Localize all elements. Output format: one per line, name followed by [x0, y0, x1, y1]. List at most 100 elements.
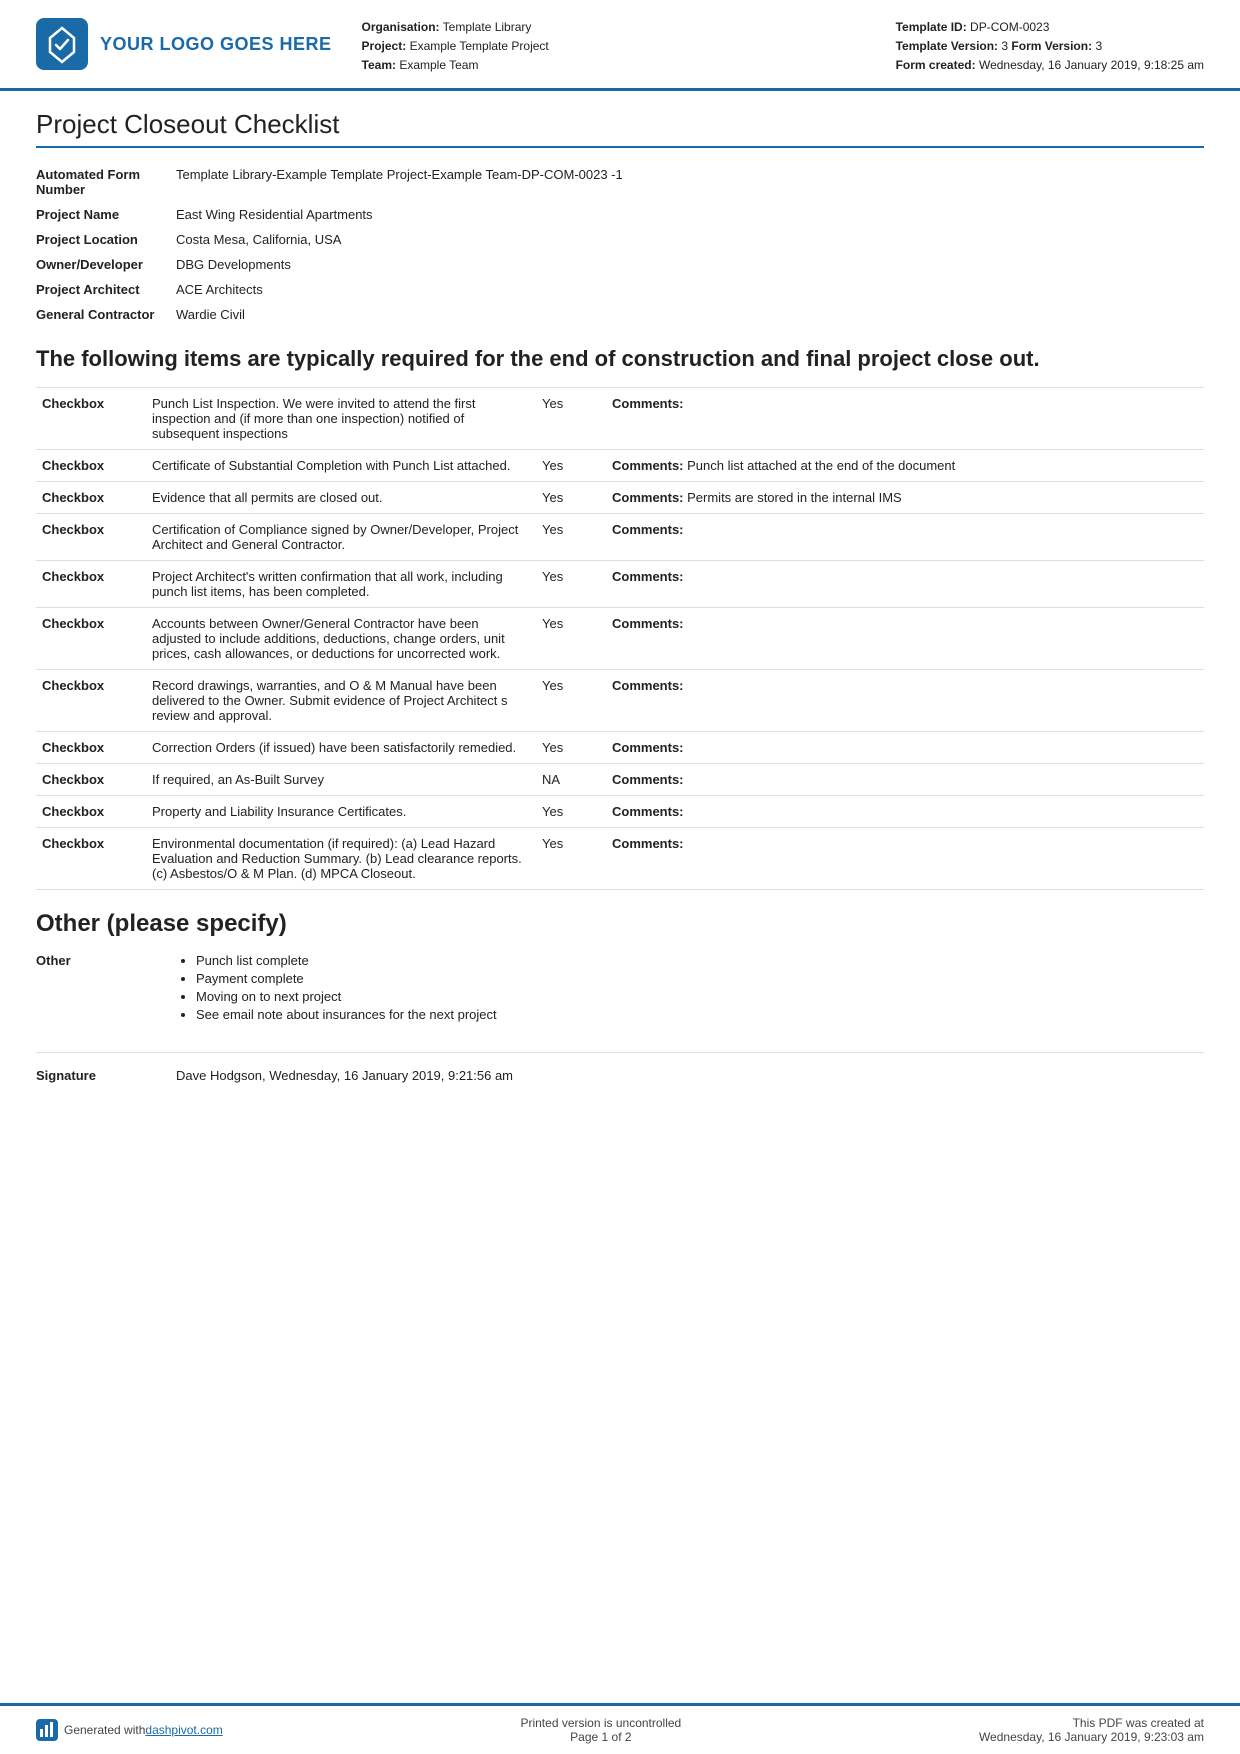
info-row: Automated Form NumberTemplate Library-Ex… [36, 162, 1204, 202]
template-id-value: DP-COM-0023 [970, 20, 1049, 34]
footer-left: Generated with dashpivot.com [36, 1719, 223, 1741]
org-row: Organisation: Template Library [362, 18, 896, 37]
checklist-row: Checkbox If required, an As-Built Survey… [36, 764, 1204, 796]
info-table: Automated Form NumberTemplate Library-Ex… [36, 162, 1204, 327]
other-list-item: Payment complete [196, 971, 1196, 986]
other-list-item: Moving on to next project [196, 989, 1196, 1004]
org-label: Organisation: [362, 20, 440, 34]
checklist-row: Checkbox Property and Liability Insuranc… [36, 796, 1204, 828]
checklist-label: Checkbox [36, 561, 146, 608]
dashpivot-link[interactable]: dashpivot.com [145, 1723, 222, 1737]
logo-text: YOUR LOGO GOES HERE [100, 34, 332, 55]
logo-icon [36, 18, 88, 70]
checklist-description: Evidence that all permits are closed out… [146, 482, 536, 514]
checklist-label: Checkbox [36, 608, 146, 670]
checklist-table: Checkbox Punch List Inspection. We were … [36, 387, 1204, 890]
of-label: of 2 [612, 1730, 632, 1744]
checklist-description: If required, an As-Built Survey [146, 764, 536, 796]
checklist-row: Checkbox Accounts between Owner/General … [36, 608, 1204, 670]
main-content: Project Closeout Checklist Automated For… [0, 91, 1240, 1703]
doc-title: Project Closeout Checklist [36, 109, 1204, 148]
footer-right: This PDF was created at Wednesday, 16 Ja… [979, 1716, 1204, 1744]
checklist-value: Yes [536, 732, 606, 764]
checklist-row: Checkbox Record drawings, warranties, an… [36, 670, 1204, 732]
info-row: Owner/DeveloperDBG Developments [36, 252, 1204, 277]
checklist-value: Yes [536, 796, 606, 828]
other-list-cell: Punch list completePayment completeMovin… [176, 948, 1204, 1030]
template-id-label: Template ID: [896, 20, 967, 34]
signature-value: Dave Hodgson, Wednesday, 16 January 2019… [176, 1063, 1204, 1088]
other-section-heading: Other (please specify) [36, 910, 1204, 938]
footer-center: Printed version is uncontrolled Page 1 o… [520, 1716, 681, 1744]
checklist-label: Checkbox [36, 732, 146, 764]
checklist-value: Yes [536, 670, 606, 732]
pdf-created-value: Wednesday, 16 January 2019, 9:23:03 am [979, 1730, 1204, 1744]
info-row: Project NameEast Wing Residential Apartm… [36, 202, 1204, 227]
info-row: Project LocationCosta Mesa, California, … [36, 227, 1204, 252]
info-label: Owner/Developer [36, 252, 176, 277]
checklist-description: Certification of Compliance signed by Ow… [146, 514, 536, 561]
other-list-item: See email note about insurances for the … [196, 1007, 1196, 1022]
checklist-description: Property and Liability Insurance Certifi… [146, 796, 536, 828]
checklist-comments: Comments: [606, 732, 1204, 764]
checklist-comments: Comments: [606, 561, 1204, 608]
org-value: Template Library [443, 20, 532, 34]
pdf-created-label: This PDF was created at [979, 1716, 1204, 1730]
checklist-label: Checkbox [36, 796, 146, 828]
other-table: Other Punch list completePayment complet… [36, 948, 1204, 1030]
checklist-label: Checkbox [36, 388, 146, 450]
header-meta: Organisation: Template Library Project: … [332, 18, 896, 76]
signature-row: Signature Dave Hodgson, Wednesday, 16 Ja… [36, 1052, 1204, 1088]
info-value: DBG Developments [176, 252, 1204, 277]
checklist-comments: Comments: [606, 670, 1204, 732]
checklist-value: NA [536, 764, 606, 796]
checklist-comments: Comments: [606, 828, 1204, 890]
checklist-value: Yes [536, 450, 606, 482]
form-created-row: Form created: Wednesday, 16 January 2019… [896, 56, 1204, 75]
checklist-value: Yes [536, 482, 606, 514]
checklist-description: Correction Orders (if issued) have been … [146, 732, 536, 764]
signature-label: Signature [36, 1063, 176, 1088]
checklist-comments: Comments: Permits are stored in the inte… [606, 482, 1204, 514]
project-row: Project: Example Template Project [362, 37, 896, 56]
checklist-value: Yes [536, 388, 606, 450]
info-label: Automated Form Number [36, 162, 176, 202]
info-label: General Contractor [36, 302, 176, 327]
signature-table: Signature Dave Hodgson, Wednesday, 16 Ja… [36, 1063, 1204, 1088]
uncontrolled-text: Printed version is uncontrolled [520, 1716, 681, 1730]
checklist-value: Yes [536, 561, 606, 608]
form-created-label: Form created: [896, 58, 976, 72]
checklist-comments: Comments: [606, 388, 1204, 450]
info-value: East Wing Residential Apartments [176, 202, 1204, 227]
page-info: Page 1 of 2 [520, 1730, 681, 1744]
info-label: Project Architect [36, 277, 176, 302]
section-heading: The following items are typically requir… [36, 345, 1204, 374]
checklist-description: Punch List Inspection. We were invited t… [146, 388, 536, 450]
info-label: Project Name [36, 202, 176, 227]
checklist-description: Record drawings, warranties, and O & M M… [146, 670, 536, 732]
form-created-value: Wednesday, 16 January 2019, 9:18:25 am [979, 58, 1204, 72]
checklist-row: Checkbox Environmental documentation (if… [36, 828, 1204, 890]
project-label: Project: [362, 39, 407, 53]
header: YOUR LOGO GOES HERE Organisation: Templa… [0, 0, 1240, 91]
info-value: ACE Architects [176, 277, 1204, 302]
checklist-description: Environmental documentation (if required… [146, 828, 536, 890]
checklist-comments: Comments: Punch list attached at the end… [606, 450, 1204, 482]
checklist-label: Checkbox [36, 482, 146, 514]
checklist-label: Checkbox [36, 764, 146, 796]
project-value: Example Template Project [410, 39, 549, 53]
checklist-description: Certificate of Substantial Completion wi… [146, 450, 536, 482]
checklist-description: Accounts between Owner/General Contracto… [146, 608, 536, 670]
footer: Generated with dashpivot.com Printed ver… [0, 1703, 1240, 1754]
checklist-comments: Comments: [606, 796, 1204, 828]
generated-text: Generated with [64, 1723, 145, 1737]
checklist-label: Checkbox [36, 670, 146, 732]
info-value: Wardie Civil [176, 302, 1204, 327]
other-row: Other Punch list completePayment complet… [36, 948, 1204, 1030]
checklist-row: Checkbox Certificate of Substantial Comp… [36, 450, 1204, 482]
checklist-description: Project Architect's written confirmation… [146, 561, 536, 608]
checklist-row: Checkbox Evidence that all permits are c… [36, 482, 1204, 514]
other-list: Punch list completePayment completeMovin… [196, 953, 1196, 1022]
info-value: Template Library-Example Template Projec… [176, 162, 1204, 202]
other-label: Other [36, 948, 176, 1030]
